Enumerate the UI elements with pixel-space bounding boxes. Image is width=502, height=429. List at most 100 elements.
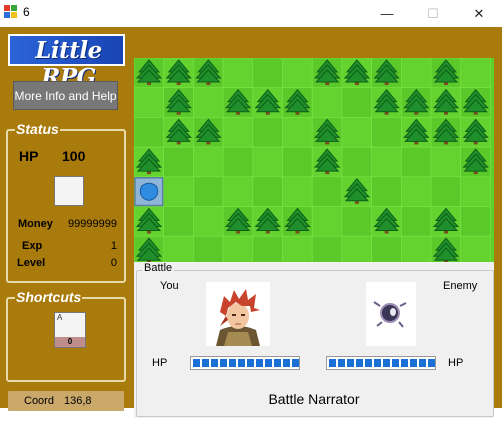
player-portrait: [206, 282, 270, 346]
grass-tile: [282, 146, 313, 178]
battle-narrator: Battle Narrator: [268, 391, 360, 407]
grass-tile: [400, 235, 432, 262]
grass-tile: [311, 176, 343, 207]
grass-tile: [371, 235, 402, 262]
enemy-hp-label: HP: [448, 357, 464, 369]
grass-tile: [371, 117, 402, 148]
equipped-item-slot[interactable]: [54, 176, 84, 206]
player-hp-bar: [190, 356, 300, 370]
grass-tile: [282, 176, 313, 207]
grass-tile: [252, 176, 283, 207]
player-hp-label: HP: [152, 357, 168, 369]
grass-tile: [163, 206, 194, 237]
grass-tile: [371, 176, 402, 207]
grass-tile: [163, 176, 194, 207]
grass-tile: [282, 235, 313, 262]
hp-segment: [329, 359, 336, 367]
hp-segment: [356, 359, 363, 367]
grass-tile: [193, 206, 224, 237]
grass-tile: [371, 146, 402, 178]
grass-tile: [163, 146, 194, 178]
hp-segment: [365, 359, 372, 367]
more-info-button[interactable]: More Info and Help: [13, 81, 118, 110]
hp-segment: [220, 359, 227, 367]
grass-tile: [341, 87, 372, 118]
close-button[interactable]: ✕: [456, 0, 502, 27]
grass-tile: [134, 87, 165, 118]
hp-segment: [211, 359, 218, 367]
maximize-button[interactable]: ☐: [410, 0, 456, 27]
grass-tile: [252, 235, 283, 262]
grass-tile: [400, 58, 432, 89]
you-label: You: [160, 280, 179, 292]
shortcut-slot-a[interactable]: A 0: [54, 312, 86, 348]
coord-value: 136,8: [64, 395, 92, 407]
battle-title: Battle: [142, 262, 175, 274]
level-value: 0: [110, 257, 117, 269]
grass-tile: [222, 176, 254, 207]
hp-label: HP: [19, 148, 39, 164]
battle-panel: Battle You Enemy HP HP Battle Narrator: [134, 262, 494, 418]
grass-tile: [193, 235, 224, 262]
player-marker-icon: [134, 177, 164, 207]
grass-tile: [311, 235, 343, 262]
money-value: 99999999: [68, 218, 117, 230]
grass-tile: [222, 235, 254, 262]
grass-tile: [134, 117, 165, 148]
hp-segment: [202, 359, 209, 367]
status-title: Status: [15, 121, 60, 137]
money-label: Money: [18, 218, 53, 230]
exp-value: 1: [110, 240, 117, 252]
grass-tile: [341, 146, 372, 178]
grass-tile: [222, 117, 254, 148]
map-grid: [134, 58, 491, 262]
app-icon: [4, 5, 18, 19]
grass-tile: [252, 146, 283, 178]
enemy-icon: [373, 301, 407, 328]
hp-segment: [347, 359, 354, 367]
minimize-button[interactable]: —: [364, 0, 410, 27]
version-label: v. 0.1.1 beta: [0, 417, 60, 429]
grass-tile: [400, 146, 432, 178]
grass-tile: [460, 235, 491, 262]
grass-tile: [400, 206, 432, 237]
level-label: Level: [17, 257, 46, 269]
shortcut-count: 0: [55, 337, 85, 347]
grass-tile: [193, 146, 224, 178]
grass-tile: [222, 58, 254, 89]
grass-tile: [460, 206, 491, 237]
hp-segment: [419, 359, 426, 367]
game-window: Little RPG More Info and Help Status HP …: [0, 27, 502, 429]
grass-tile: [252, 117, 283, 148]
hp-segment: [265, 359, 272, 367]
grass-tile: [193, 176, 224, 207]
world-map[interactable]: [134, 58, 494, 262]
hp-value: 100: [62, 148, 86, 164]
hp-segment: [256, 359, 263, 367]
hp-segment: [383, 359, 390, 367]
grass-tile: [282, 58, 313, 89]
shortcuts-title: Shortcuts: [15, 289, 83, 305]
grass-tile: [163, 235, 194, 262]
hp-segment: [247, 359, 254, 367]
coord-label: Coord: [24, 395, 54, 407]
hp-segment: [274, 359, 281, 367]
grass-tile: [282, 117, 313, 148]
grass-tile: [341, 206, 372, 237]
grass-tile: [341, 117, 372, 148]
hp-segment: [401, 359, 408, 367]
grass-tile: [460, 176, 491, 207]
grass-tile: [430, 176, 462, 207]
grass-tile: [222, 146, 254, 178]
grass-tile: [460, 58, 491, 89]
hero-icon: [216, 289, 260, 346]
hp-segment: [374, 359, 381, 367]
hp-segment: [229, 359, 236, 367]
hp-segment: [193, 359, 200, 367]
hp-segment: [392, 359, 399, 367]
grass-tile: [193, 87, 224, 118]
exp-label: Exp: [22, 240, 43, 252]
hp-segment: [283, 359, 290, 367]
window-title: 6: [23, 5, 30, 19]
grass-tile: [430, 146, 462, 178]
